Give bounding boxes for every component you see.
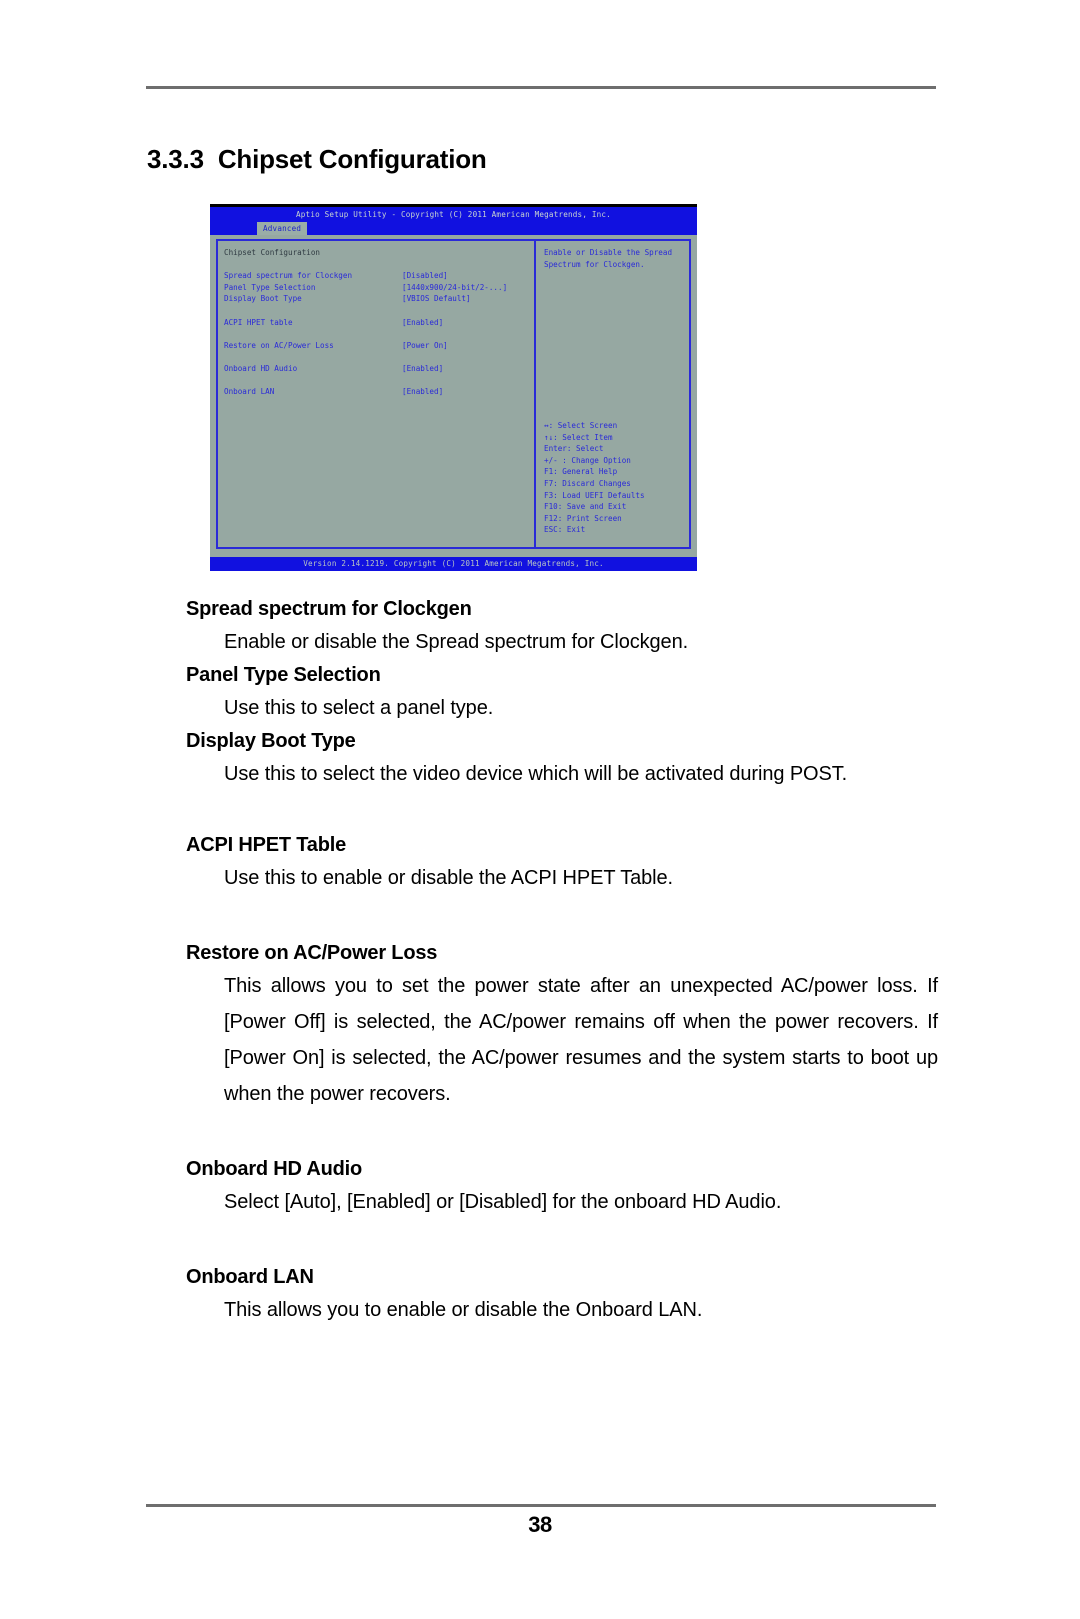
bios-tab-bar: Advanced — [210, 222, 697, 235]
entry-acpi-hpet-table: ACPI HPET Table Use this to enable or di… — [186, 830, 938, 896]
bios-setting-row-onboard-lan[interactable]: Onboard LAN [Enabled] — [224, 386, 524, 398]
bios-spacer — [224, 351, 524, 363]
header-rule — [146, 86, 936, 89]
bios-setting-value: [Power On] — [402, 340, 448, 350]
term-description: Use this to select a panel type. — [224, 697, 494, 719]
bios-setting-value: [Enabled] — [402, 317, 444, 327]
bios-setting-label: Spread spectrum for Clockgen — [224, 271, 353, 281]
bios-setting-label: ACPI HPET table — [224, 317, 293, 327]
bios-setting-label: Display Boot Type — [224, 294, 302, 304]
entry-restore-on-ac-power-loss: Restore on AC/Power Loss This allows you… — [186, 938, 938, 1112]
term-heading: Onboard HD Audio — [186, 1158, 363, 1180]
bios-key-discard-changes: F7: Discard Changes — [544, 478, 631, 488]
bios-help-panel: Enable or Disable the Spread Spectrum fo… — [544, 247, 689, 270]
bios-setting-value: [Enabled] — [402, 387, 444, 397]
bios-setting-row-onboard-hd-audio[interactable]: Onboard HD Audio [Enabled] — [224, 363, 524, 375]
bios-setting-value: [1440x900/24-bit/2-...] — [402, 282, 508, 292]
bios-body: Chipset Configuration Spread spectrum fo… — [210, 235, 697, 553]
bios-setting-row-restore-ac-power-loss[interactable]: Restore on AC/Power Loss [Power On] — [224, 340, 524, 352]
bios-key-general-help: F1: General Help — [544, 467, 618, 477]
bios-spacer — [224, 375, 524, 387]
bios-help-line-1: Enable or Disable the Spread — [544, 248, 673, 257]
bios-spacer — [224, 328, 524, 340]
bios-setting-row-acpi-hpet[interactable]: ACPI HPET table [Enabled] — [224, 317, 524, 329]
document-page: 3.3.3 Chipset Configuration Aptio Setup U… — [0, 0, 1080, 1619]
bios-setting-value: [Disabled] — [402, 271, 448, 281]
bios-setting-row-panel-type[interactable]: Panel Type Selection [1440x900/24-bit/2-.… — [224, 282, 524, 294]
bios-setting-row-display-boot-type[interactable]: Display Boot Type [VBIOS Default] — [224, 293, 524, 305]
bios-setting-row-spread-spectrum[interactable]: Spread spectrum for Clockgen [Disabled] — [224, 270, 524, 282]
bios-version-footer: Version 2.14.1219. Copyright (C) 2011 Am… — [210, 557, 697, 571]
bios-key-legend: ↔: Select Screen ↑↓: Select Item Enter: … — [544, 420, 694, 536]
term-description: This allows you to enable or disable the… — [224, 1299, 703, 1321]
bios-settings-list: Chipset Configuration Spread spectrum fo… — [224, 247, 524, 398]
term-heading: Spread spectrum for Clockgen — [186, 598, 472, 620]
term-heading: Onboard LAN — [186, 1266, 314, 1288]
bios-title-bar: Aptio Setup Utility - Copyright (C) 2011… — [210, 207, 697, 222]
bios-screenshot-figure: Aptio Setup Utility - Copyright (C) 2011… — [210, 204, 697, 571]
bios-key-change-option: +/- : Change Option — [544, 455, 631, 465]
term-description: This allows you to set the power state a… — [224, 975, 938, 1105]
bios-tab-advanced[interactable]: Advanced — [257, 222, 308, 235]
bios-key-select-screen: ↔: Select Screen — [544, 421, 618, 430]
term-heading: Restore on AC/Power Loss — [186, 942, 438, 964]
bios-setting-label: Onboard LAN — [224, 387, 275, 397]
bios-setting-value: [VBIOS Default] — [402, 294, 471, 304]
bios-panel-divider — [534, 239, 536, 549]
section-number: 3.3.3 — [147, 144, 204, 174]
bios-spacer — [224, 305, 524, 317]
bios-key-print-screen: F12: Print Screen — [544, 513, 622, 523]
term-heading: Display Boot Type — [186, 730, 356, 752]
entry-panel-type-selection: Panel Type Selection Use this to select … — [186, 660, 938, 726]
bios-help-line-2: Spectrum for Clockgen. — [544, 259, 645, 269]
bios-key-esc-exit: ESC: Exit — [544, 525, 586, 535]
term-heading: Panel Type Selection — [186, 664, 381, 686]
page-number: 38 — [528, 1512, 552, 1537]
bios-setting-label: Panel Type Selection — [224, 282, 316, 292]
section-title: Chipset Configuration — [217, 144, 487, 174]
bios-key-enter-select: Enter: Select — [544, 444, 604, 454]
bios-setting-label: Onboard HD Audio — [224, 363, 298, 373]
entry-spread-spectrum: Spread spectrum for Clockgen Enable or d… — [186, 594, 938, 660]
bios-key-load-uefi-defaults: F3: Load UEFI Defaults — [544, 490, 645, 500]
bios-menu-title: Chipset Configuration — [224, 248, 321, 257]
bios-setting-value: [Enabled] — [402, 363, 444, 373]
entry-onboard-lan: Onboard LAN This allows you to enable or… — [186, 1262, 938, 1328]
term-heading: ACPI HPET Table — [186, 834, 346, 856]
term-description: Select [Auto], [Enabled] or [Disabled] f… — [224, 1191, 782, 1213]
page-title: 3.3.3 Chipset Configuration — [147, 144, 487, 175]
entry-display-boot-type: Display Boot Type Use this to select the… — [186, 726, 938, 792]
term-description: Use this to enable or disable the ACPI H… — [224, 867, 673, 889]
bios-key-select-item: ↑↓: Select Item — [544, 432, 613, 442]
bios-key-save-and-exit: F10: Save and Exit — [544, 502, 627, 512]
term-description: Use this to select the video device whic… — [224, 763, 848, 785]
entry-onboard-hd-audio: Onboard HD Audio Select [Auto], [Enabled… — [186, 1154, 938, 1220]
settings-description-list: Spread spectrum for Clockgen Enable or d… — [186, 594, 938, 1328]
bios-setting-label: Restore on AC/Power Loss — [224, 340, 334, 350]
term-description: Enable or disable the Spread spectrum fo… — [224, 631, 689, 653]
footer-rule — [146, 1504, 936, 1507]
